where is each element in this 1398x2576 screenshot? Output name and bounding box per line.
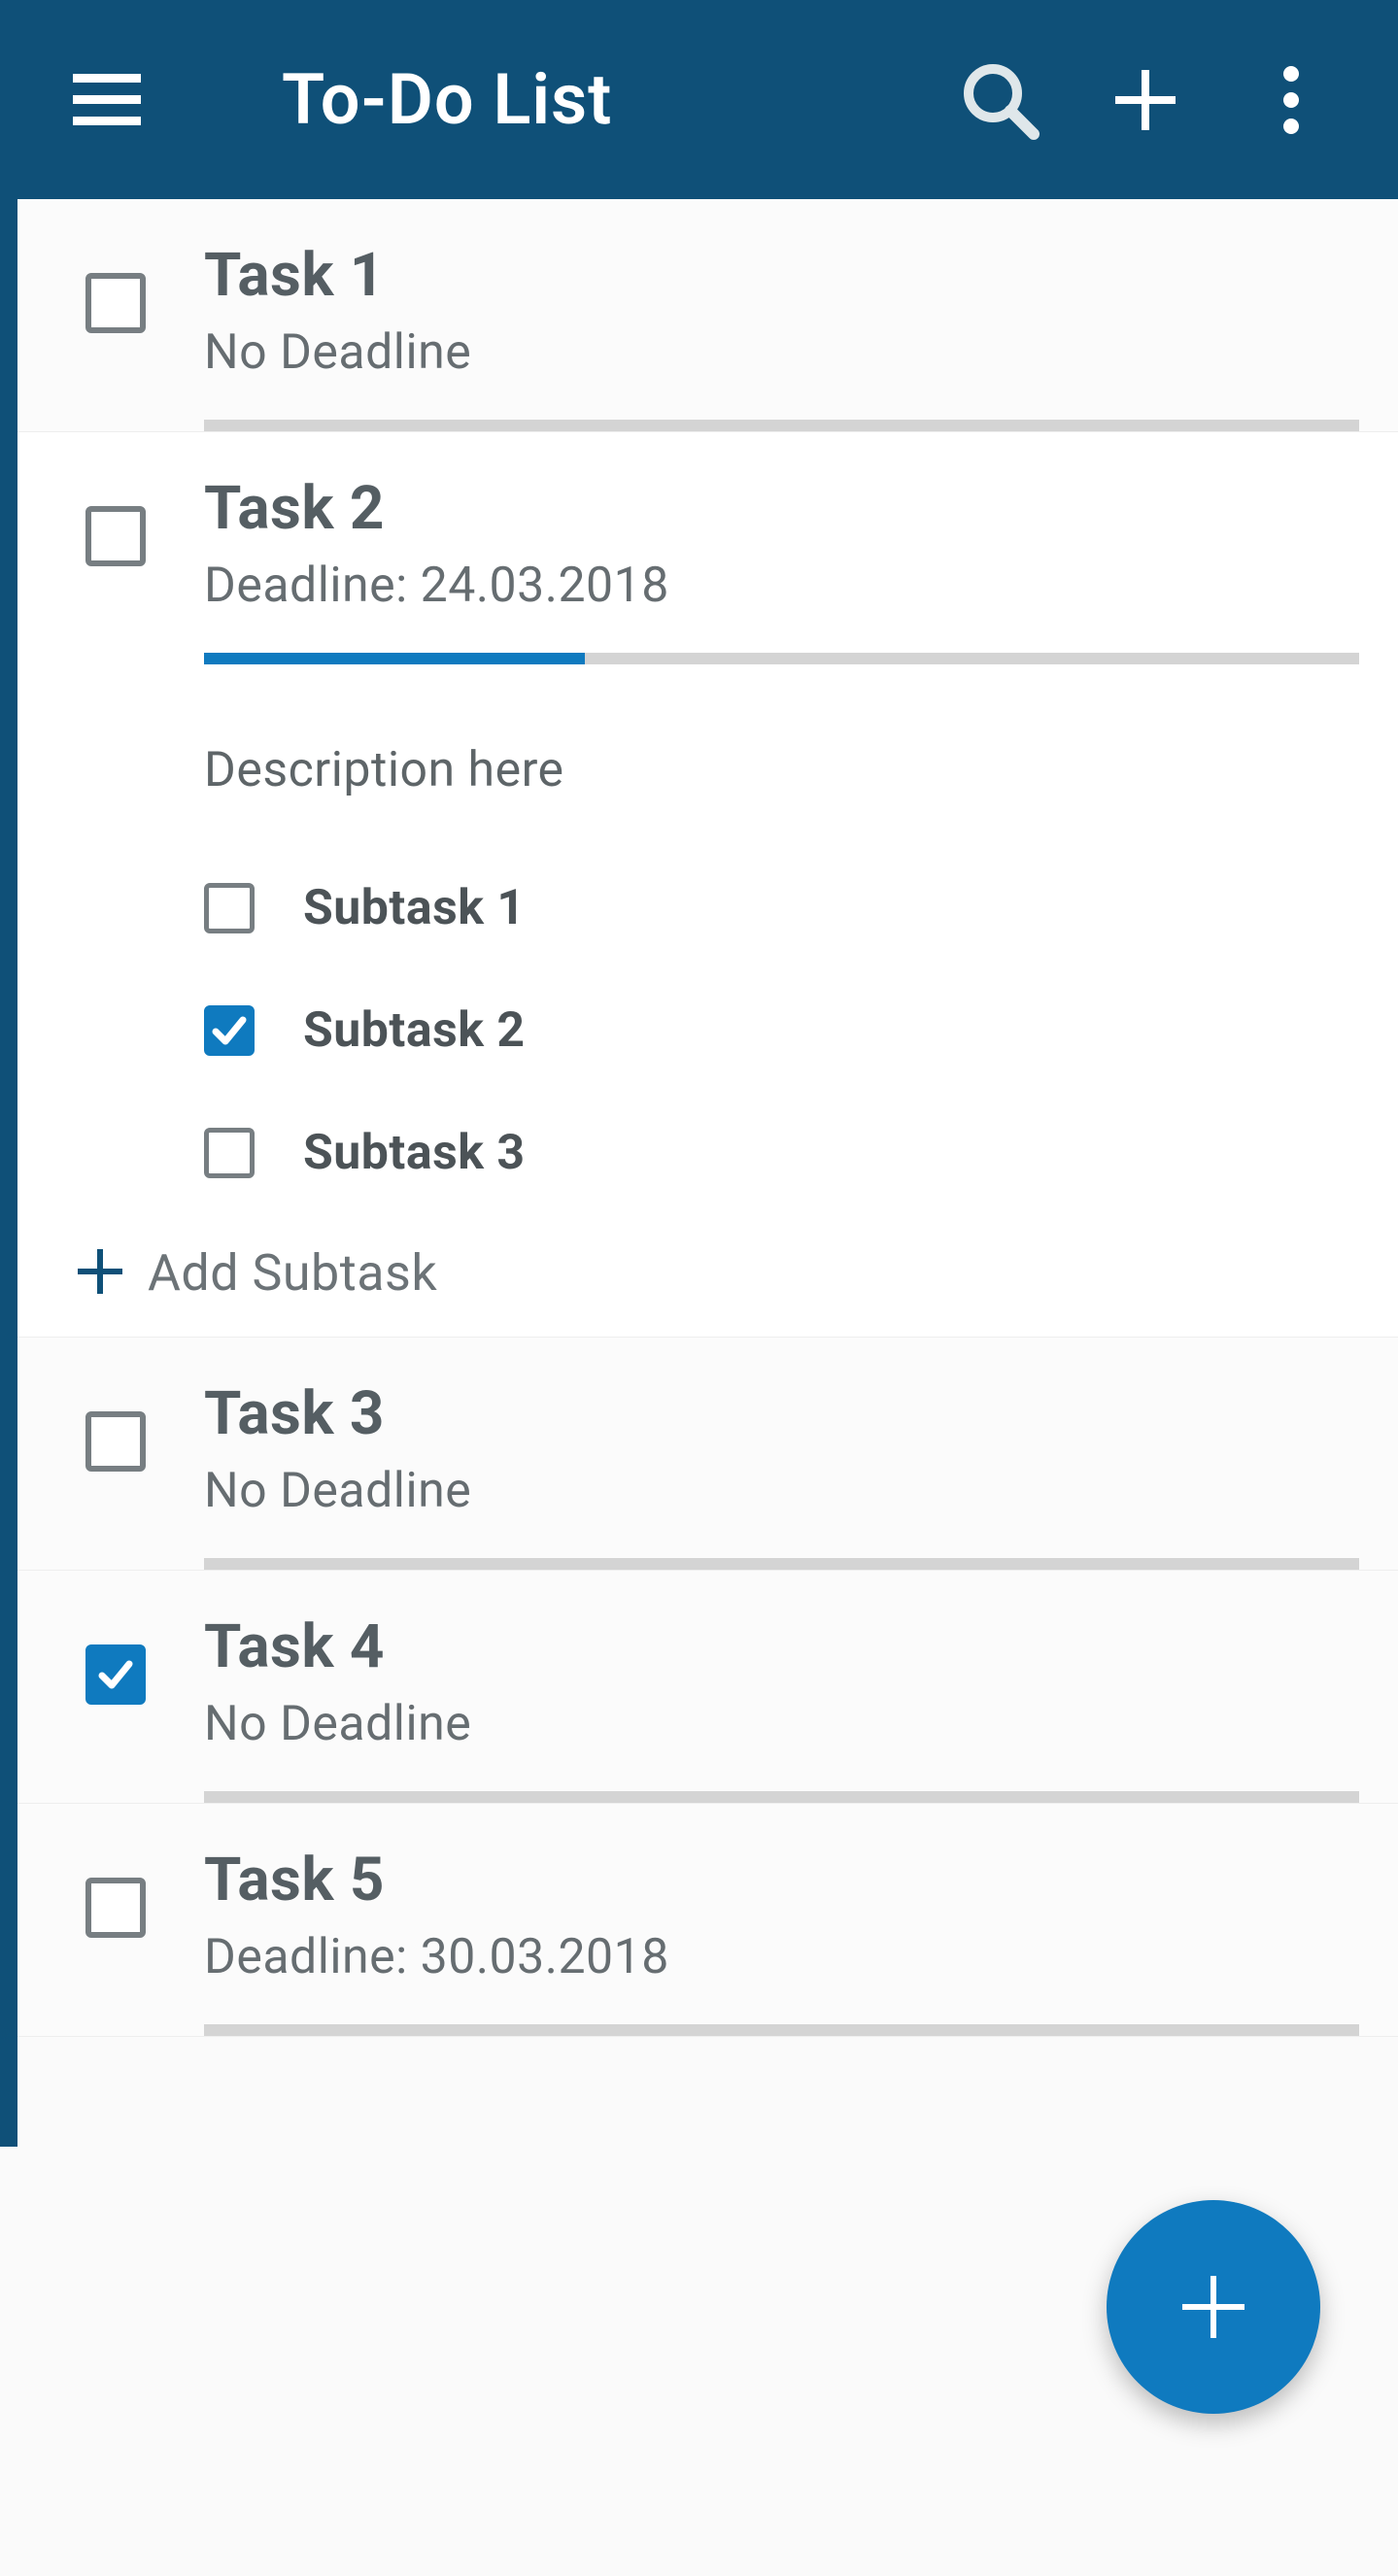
- task-progress: [204, 1791, 1359, 1803]
- subtask-item[interactable]: Subtask 1: [204, 847, 1359, 969]
- task-item[interactable]: Task 2 Deadline: 24.03.2018 Description he…: [17, 432, 1398, 1338]
- task-checkbox[interactable]: [85, 506, 146, 566]
- task-subtitle: Deadline: 24.03.2018: [204, 558, 1359, 614]
- task-description: Description here: [204, 742, 1359, 798]
- task-item[interactable]: Task 4 No Deadline: [17, 1571, 1398, 1804]
- task-item[interactable]: Task 3 No Deadline: [17, 1338, 1398, 1571]
- task-title: Task 3: [204, 1378, 1359, 1449]
- task-progress: [204, 1558, 1359, 1570]
- overflow-menu-icon[interactable]: [1238, 47, 1345, 153]
- add-subtask-label: Add Subtask: [148, 1243, 437, 1303]
- subtask-item[interactable]: Subtask 3: [204, 1092, 1359, 1214]
- subtask-item[interactable]: Subtask 2: [204, 969, 1359, 1092]
- subtask-checkbox[interactable]: [204, 1005, 255, 1056]
- search-icon[interactable]: [946, 47, 1053, 153]
- task-checkbox[interactable]: [85, 1411, 146, 1472]
- task-subtitle: Deadline: 30.03.2018: [204, 1929, 1359, 1985]
- fab-add-button[interactable]: [1107, 2200, 1320, 2414]
- app-title: To-Do List: [282, 58, 612, 141]
- subtask-label: Subtask 2: [303, 1002, 526, 1059]
- task-title: Task 2: [204, 473, 1359, 544]
- task-progress: [204, 420, 1359, 431]
- menu-icon[interactable]: [53, 47, 160, 153]
- task-item[interactable]: Task 1 No Deadline: [17, 199, 1398, 432]
- task-title: Task 4: [204, 1611, 1359, 1682]
- add-subtask-button[interactable]: Add Subtask: [74, 1214, 1359, 1337]
- add-task-icon[interactable]: [1092, 47, 1199, 153]
- task-checkbox[interactable]: [85, 1644, 146, 1705]
- task-checkbox[interactable]: [85, 1878, 146, 1938]
- task-item[interactable]: Task 5 Deadline: 30.03.2018: [17, 1804, 1398, 2037]
- task-title: Task 5: [204, 1845, 1359, 1915]
- task-progress: [204, 2024, 1359, 2036]
- app-bar: To-Do List: [0, 0, 1398, 199]
- task-subtitle: No Deadline: [204, 1463, 1359, 1519]
- task-list: Task 1 No Deadline Task 2 Deadline: 24.03.2…: [17, 199, 1398, 2037]
- task-subtitle: No Deadline: [204, 324, 1359, 381]
- task-progress: [204, 653, 1359, 664]
- task-checkbox[interactable]: [85, 273, 146, 333]
- left-edge-strip: [0, 199, 17, 2147]
- subtask-label: Subtask 1: [303, 880, 526, 936]
- subtask-label: Subtask 3: [303, 1125, 526, 1181]
- task-title: Task 1: [204, 240, 1359, 311]
- subtask-checkbox[interactable]: [204, 883, 255, 933]
- plus-icon: [74, 1245, 126, 1302]
- task-subtitle: No Deadline: [204, 1696, 1359, 1752]
- plus-icon: [1175, 2268, 1252, 2346]
- subtask-checkbox[interactable]: [204, 1128, 255, 1178]
